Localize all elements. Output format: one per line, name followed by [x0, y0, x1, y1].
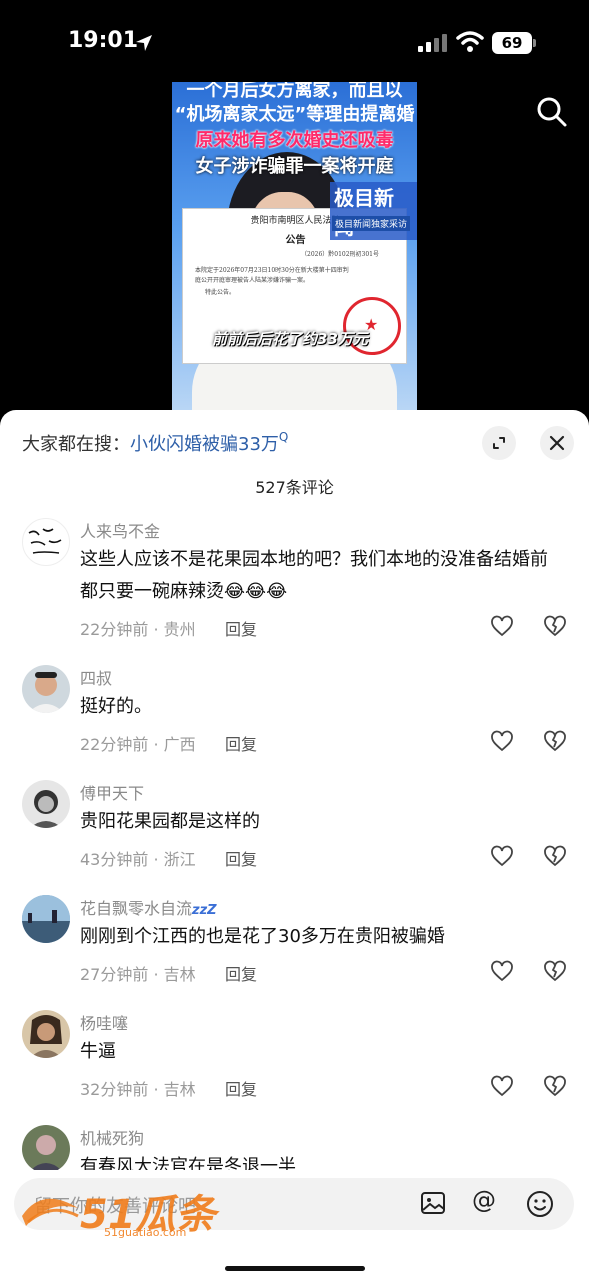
- amount-caption: 前前后后花了约33万元: [212, 330, 368, 348]
- location-arrow-icon: [136, 35, 152, 51]
- avatar[interactable]: [22, 518, 70, 566]
- home-indicator: [225, 1266, 365, 1271]
- comment-text: 贵阳花果园都是这样的: [80, 811, 260, 832]
- avatar[interactable]: [22, 1010, 70, 1058]
- like-heart-icon[interactable]: [490, 1074, 514, 1098]
- battery-indicator: 69: [492, 32, 532, 54]
- comment-item: 四叔 挺好的。 22分钟前 · 广西 回复: [0, 665, 589, 775]
- comment-time-location: 27分钟前 · 吉林: [80, 965, 196, 984]
- expand-icon: [493, 437, 505, 449]
- comment-item: 傅甲天下 贵阳花果园都是这样的 43分钟前 · 浙江 回复: [0, 780, 589, 890]
- dislike-broken-heart-icon[interactable]: [543, 844, 567, 868]
- reply-button[interactable]: 回复: [225, 846, 257, 870]
- reply-button[interactable]: 回复: [225, 616, 257, 640]
- comment-text: 挺好的。: [80, 696, 152, 717]
- comment-text: 这些人应该不是花果园本地的吧？我们本地的没准备结婚前都只要一碗麻辣烫😂😂😂: [80, 549, 548, 602]
- notice-body-line: 本院定于2026年07月23日10时30分在新大楼第十四审判: [195, 267, 349, 274]
- search-icon[interactable]: [536, 96, 568, 128]
- commenter-name-text: 花自飘零水自流: [80, 899, 193, 918]
- sleep-zzz-icon: zzZ: [192, 903, 217, 918]
- watermark-url: 51guatiao.com: [104, 1226, 187, 1239]
- search-suggestion[interactable]: 大家都在搜：小伙闪婚被骗33万Q: [22, 430, 288, 456]
- video-caption-line: 一个月后女方离家，而且以: [186, 82, 403, 101]
- video-caption-line: 原来她有多次婚史还吸毒: [195, 130, 394, 151]
- dislike-broken-heart-icon[interactable]: [543, 729, 567, 753]
- video-player[interactable]: 一个月后女方离家，而且以 “机场离家太远”等理由提离婚 原来她有多次婚史还吸毒 …: [172, 82, 417, 410]
- watermark-logo-icon: [22, 1198, 79, 1226]
- search-suggestion-keyword[interactable]: 小伙闪婚被骗33万: [130, 434, 279, 455]
- mention-at-icon[interactable]: @: [472, 1186, 496, 1214]
- comment-item: 花自飘零水自流zzZ 刚刚到个江西的也是花了30多万在贵阳被骗婚 27分钟前 ·…: [0, 895, 589, 1005]
- expand-button[interactable]: [482, 426, 516, 460]
- cellular-signal-icon: [418, 34, 447, 52]
- comment-time-location: 32分钟前 · 吉林: [80, 1080, 196, 1099]
- commenter-name[interactable]: 机械死狗: [80, 1125, 144, 1149]
- like-heart-icon[interactable]: [490, 844, 514, 868]
- watermark: 51瓜条 51guatiao.com: [18, 1186, 216, 1239]
- notice-body-line: 特此公告。: [205, 289, 236, 296]
- video-caption-line: “机场离家太远”等理由提离婚: [174, 104, 415, 125]
- reply-button[interactable]: 回复: [225, 961, 257, 985]
- dislike-broken-heart-icon[interactable]: [543, 959, 567, 983]
- avatar[interactable]: [22, 780, 70, 828]
- dislike-broken-heart-icon[interactable]: [543, 614, 567, 638]
- comment-item: 杨哇噻 牛逼 32分钟前 · 吉林 回复: [0, 1010, 589, 1120]
- comment-text: 有春风大法官在是冬退一半: [80, 1156, 296, 1170]
- reply-button[interactable]: 回复: [225, 731, 257, 755]
- emoji-icon[interactable]: [526, 1190, 554, 1218]
- video-caption-line: 女子涉诈骗罪一案将开庭: [195, 156, 394, 177]
- comment-time-location: 43分钟前 · 浙江: [80, 850, 196, 869]
- commenter-name[interactable]: 人来鸟不金: [80, 518, 160, 542]
- close-button[interactable]: [540, 426, 574, 460]
- image-picker-icon[interactable]: [420, 1190, 446, 1216]
- comment-text: 牛逼: [80, 1041, 116, 1062]
- status-time: 19:01: [68, 28, 139, 53]
- comment-time-location: 22分钟前 · 贵州: [80, 620, 196, 639]
- like-heart-icon[interactable]: [490, 959, 514, 983]
- status-bar: 19:01 69: [0, 0, 589, 80]
- avatar[interactable]: [22, 1125, 70, 1170]
- commenter-name[interactable]: 四叔: [80, 665, 112, 689]
- commenter-name[interactable]: 傅甲天下: [80, 780, 144, 804]
- avatar[interactable]: [22, 665, 70, 713]
- close-icon: [549, 435, 565, 451]
- like-heart-icon[interactable]: [490, 614, 514, 638]
- search-suggestion-prefix: 大家都在搜：: [22, 434, 130, 455]
- notice-case-number: （2026）黔0102刑初301号: [301, 251, 379, 258]
- comment-item: 机械死狗 有春风大法官在是冬退一半: [0, 1125, 589, 1170]
- comment-sheet: 大家都在搜：小伙闪婚被骗33万Q 527条评论 人来鸟不金 这些人应该不是花果园…: [0, 410, 589, 1280]
- comment-text: 刚刚到个江西的也是花了30多万在贵阳被骗婚: [80, 926, 445, 947]
- news-brand-logo: 极目新闻: [330, 182, 417, 240]
- dislike-broken-heart-icon[interactable]: [543, 1074, 567, 1098]
- wifi-icon: [456, 31, 484, 52]
- comment-item: 人来鸟不金 这些人应该不是花果园本地的吧？我们本地的没准备结婚前都只要一碗麻辣烫…: [0, 518, 589, 648]
- avatar[interactable]: [22, 895, 70, 943]
- comment-time-location: 22分钟前 · 广西: [80, 735, 196, 754]
- like-heart-icon[interactable]: [490, 729, 514, 753]
- reply-button[interactable]: 回复: [225, 1076, 257, 1100]
- commenter-name[interactable]: 杨哇噻: [80, 1010, 128, 1034]
- news-brand-sub: 极目新闻独家采访: [332, 216, 411, 231]
- battery-tip: [533, 39, 536, 47]
- commenter-name[interactable]: 花自飘零水自流zzZ: [80, 895, 217, 919]
- small-search-icon: Q: [278, 430, 289, 444]
- comment-count: 527条评论: [255, 478, 334, 497]
- notice-body-line: 庭公开开庭审理被告人陆某涉嫌诈骗一案。: [195, 277, 310, 284]
